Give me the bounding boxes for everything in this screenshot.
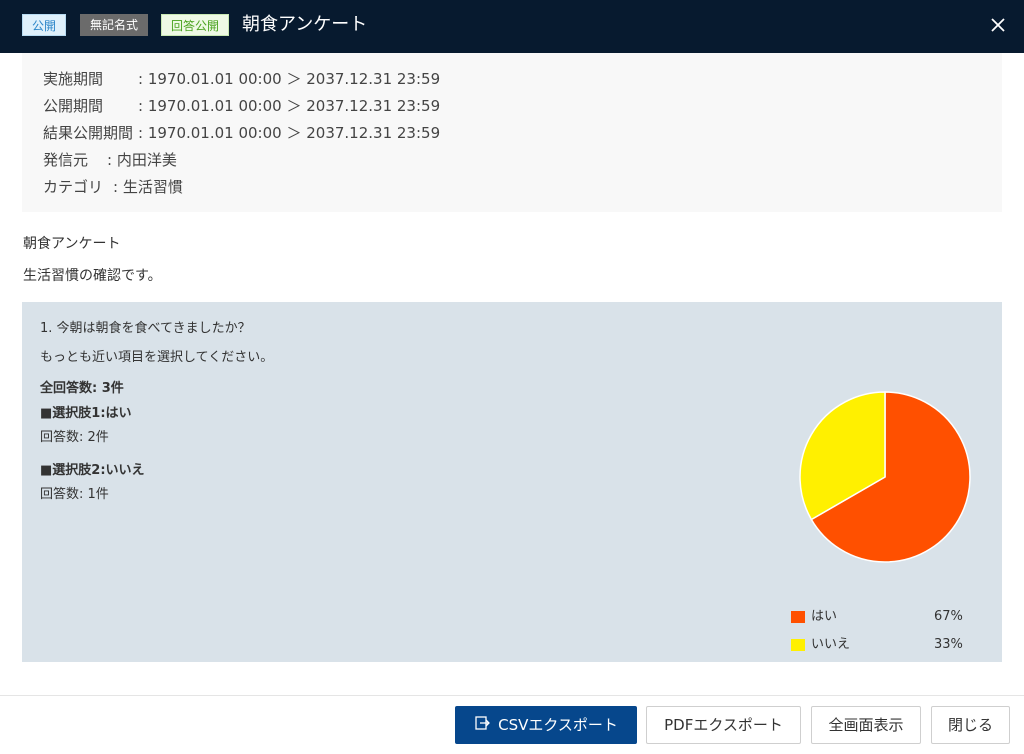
option-count: 回答数: 1件 <box>40 487 109 502</box>
info-label: 実施期間 <box>43 70 104 88</box>
info-row-result-period: 結果公開期間: 1970.01.01 00:00 ＞ 2037.12.31 23… <box>43 122 440 144</box>
option-heading: ■選択肢2:いいえ <box>40 463 145 478</box>
info-label: 発信元 <box>43 151 89 169</box>
info-row-public-period: 公開期間 : 1970.01.01 00:00 ＞ 2037.12.31 23:5… <box>43 95 440 117</box>
page-title: 朝食アンケート <box>242 14 368 35</box>
legend-percent: 67% <box>934 609 963 624</box>
question-panel: 1. 今朝は朝食を食べてきましたか？ もっとも近い項目を選択してください。 全回… <box>22 302 1002 662</box>
survey-name: 朝食アンケート <box>23 236 121 252</box>
info-row-sender: 発信元 : 内田洋美 <box>43 149 177 171</box>
csv-export-button[interactable]: CSVエクスポート <box>455 706 637 744</box>
csv-export-label: CSVエクスポート <box>498 716 618 734</box>
info-value: : 内田洋美 <box>107 151 177 169</box>
result-public-badge: 回答公開 <box>161 14 229 36</box>
legend-swatch <box>791 611 805 623</box>
info-value: : 1970.01.01 00:00 ＞ 2037.12.31 23:59 <box>138 97 441 115</box>
fullscreen-button[interactable]: 全画面表示 <box>811 706 921 744</box>
info-value: : 1970.01.01 00:00 ＞ 2037.12.31 23:59 <box>138 124 441 142</box>
info-row-category: カテゴリ : 生活習慣 <box>43 176 183 198</box>
option-count: 回答数: 2件 <box>40 430 109 445</box>
export-icon <box>474 708 491 744</box>
modal-header: 公開 無記名式 回答公開 朝食アンケート <box>0 0 1024 53</box>
legend-item-no: いいえ 33% <box>791 636 991 654</box>
info-value: : 生活習慣 <box>113 178 183 196</box>
question-instruction: もっとも近い項目を選択してください。 <box>40 350 274 365</box>
info-label: 公開期間 <box>43 97 104 115</box>
close-button[interactable]: 閉じる <box>931 706 1010 744</box>
legend-label: はい <box>811 609 838 624</box>
question-title: 1. 今朝は朝食を食べてきましたか？ <box>40 321 251 336</box>
survey-info-panel: 実施期間 : 1970.01.01 00:00 ＞ 2037.12.31 23:5… <box>22 53 1002 212</box>
pie-chart <box>799 391 971 563</box>
info-row-period: 実施期間 : 1970.01.01 00:00 ＞ 2037.12.31 23:5… <box>43 68 440 90</box>
public-badge: 公開 <box>22 14 66 36</box>
info-value: : 1970.01.01 00:00 ＞ 2037.12.31 23:59 <box>138 70 441 88</box>
legend-percent: 33% <box>934 637 963 652</box>
footer-divider <box>0 695 1024 696</box>
close-icon[interactable] <box>986 13 1010 37</box>
legend-label: いいえ <box>811 637 851 652</box>
anonymous-badge: 無記名式 <box>80 14 148 36</box>
pdf-export-button[interactable]: PDFエクスポート <box>646 706 801 744</box>
survey-description: 生活習慣の確認です。 <box>23 268 162 284</box>
legend-swatch <box>791 639 805 651</box>
option-heading: ■選択肢1:はい <box>40 406 132 421</box>
info-label: 結果公開期間 <box>43 124 134 142</box>
legend-item-yes: はい 67% <box>791 608 991 626</box>
info-label: カテゴリ <box>43 178 104 196</box>
total-answers: 全回答数: 3件 <box>40 381 124 396</box>
